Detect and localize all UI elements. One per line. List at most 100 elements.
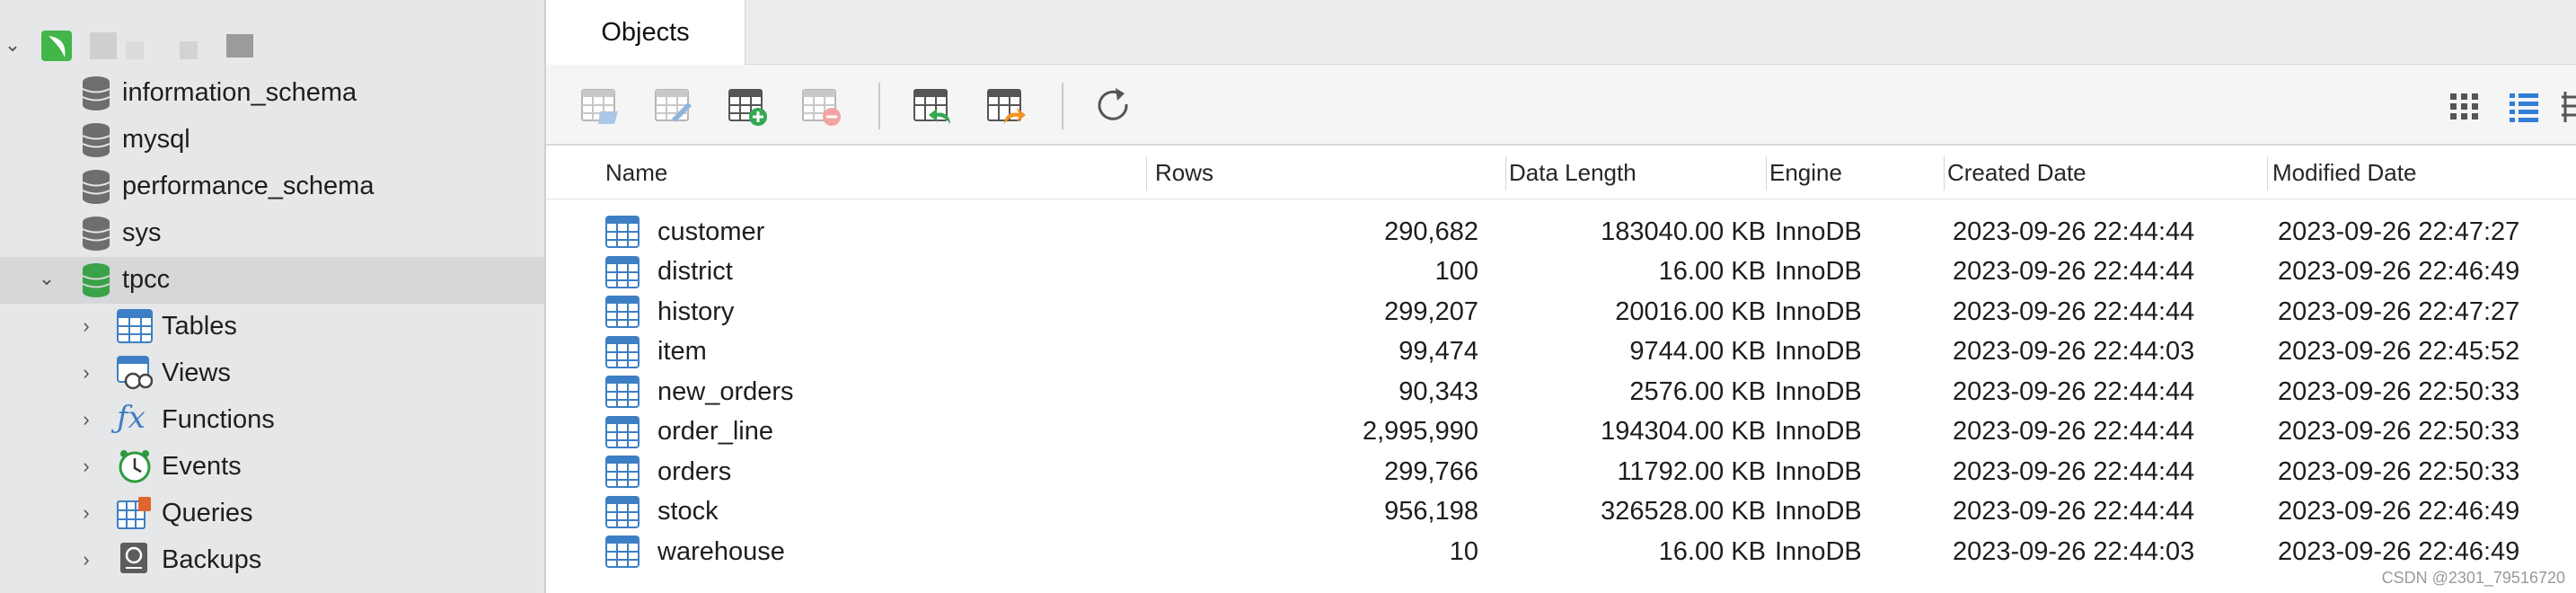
design-table-icon[interactable] bbox=[652, 84, 695, 128]
connection-row[interactable]: ⌄ bbox=[0, 22, 544, 68]
table-row[interactable]: district 100 16.00 KB InnoDB 2023-09-26 … bbox=[546, 252, 2576, 292]
cell-modified-date: 2023-09-26 22:46:49 bbox=[2278, 536, 2520, 566]
cell-rows: 90,343 bbox=[1398, 376, 1478, 406]
sidebar-item-views[interactable]: › Views bbox=[0, 350, 544, 397]
cell-data-length: 194304.00 KB bbox=[1601, 417, 1766, 446]
cell-created-date: 2023-09-26 22:44:44 bbox=[1953, 497, 2195, 526]
watermark: CSDN @2301_79516720 bbox=[2381, 569, 2565, 587]
export-icon[interactable] bbox=[984, 84, 1028, 128]
sidebar-item-functions[interactable]: › ƒx Functions bbox=[0, 397, 544, 444]
table-row[interactable]: customer 290,682 183040.00 KB InnoDB 202… bbox=[546, 212, 2576, 252]
cell-created-date: 2023-09-26 22:44:03 bbox=[1953, 536, 2195, 566]
cell-created-date: 2023-09-26 22:44:44 bbox=[1953, 217, 2195, 246]
import-icon[interactable] bbox=[911, 84, 954, 128]
chevron-right-icon[interactable]: › bbox=[77, 314, 95, 337]
connection-icon bbox=[40, 27, 75, 63]
chevron-down-icon[interactable]: ⌄ bbox=[4, 33, 22, 56]
cell-name: customer bbox=[657, 217, 765, 246]
table-row[interactable]: warehouse 10 16.00 KB InnoDB 2023-09-26 … bbox=[546, 532, 2576, 571]
cell-data-length: 16.00 KB bbox=[1658, 257, 1766, 286]
cell-created-date: 2023-09-26 22:44:44 bbox=[1953, 376, 2195, 406]
column-divider[interactable] bbox=[2267, 156, 2268, 190]
table-row[interactable]: item 99,474 9744.00 KB InnoDB 2023-09-26… bbox=[546, 332, 2576, 372]
main-panel: Objects Name Rows Data Length Engine Cre… bbox=[546, 0, 2576, 593]
sidebar-db-sys[interactable]: sys bbox=[0, 210, 544, 257]
grid-view-icon[interactable] bbox=[2443, 84, 2486, 128]
database-icon bbox=[81, 122, 111, 158]
sidebar-db-information-schema[interactable]: information_schema bbox=[0, 70, 544, 117]
chevron-right-icon[interactable]: › bbox=[77, 501, 95, 524]
chevron-down-icon[interactable]: ⌄ bbox=[38, 267, 56, 289]
sidebar-item-events[interactable]: › Events bbox=[0, 444, 544, 491]
cell-created-date: 2023-09-26 22:44:03 bbox=[1953, 337, 2195, 366]
database-icon bbox=[81, 169, 111, 205]
cell-modified-date: 2023-09-26 22:47:27 bbox=[2278, 296, 2520, 326]
chevron-right-icon[interactable]: › bbox=[77, 455, 95, 477]
sidebar-item-label: Views bbox=[162, 358, 231, 387]
function-icon: ƒx bbox=[117, 400, 146, 436]
delete-table-icon[interactable] bbox=[799, 84, 842, 128]
cell-engine: InnoDB bbox=[1775, 337, 1862, 366]
column-divider[interactable] bbox=[1944, 156, 1945, 190]
column-divider[interactable] bbox=[1505, 156, 1506, 190]
chevron-right-icon[interactable]: › bbox=[77, 361, 95, 384]
cell-engine: InnoDB bbox=[1775, 536, 1862, 566]
sidebar-db-mysql[interactable]: mysql bbox=[0, 117, 544, 164]
sidebar-item-label: Functions bbox=[162, 405, 275, 434]
table-icon bbox=[117, 309, 153, 343]
tab-objects[interactable]: Objects bbox=[546, 0, 745, 66]
new-table-icon[interactable] bbox=[726, 84, 769, 128]
sidebar-db-label: tpcc bbox=[122, 265, 171, 294]
sidebar-db-label: mysql bbox=[122, 125, 190, 154]
column-header-name[interactable]: Name bbox=[605, 146, 667, 199]
sidebar-db-performance-schema[interactable]: performance_schema bbox=[0, 164, 544, 210]
chevron-right-icon[interactable]: › bbox=[77, 408, 95, 430]
cell-engine: InnoDB bbox=[1775, 417, 1862, 446]
column-header-created-date[interactable]: Created Date bbox=[1947, 146, 2086, 199]
column-header-rows[interactable]: Rows bbox=[1155, 146, 1213, 199]
cell-engine: InnoDB bbox=[1775, 497, 1862, 526]
cell-rows: 299,766 bbox=[1384, 456, 1478, 486]
database-icon bbox=[81, 262, 111, 298]
table-icon bbox=[605, 535, 640, 568]
cell-data-length: 326528.00 KB bbox=[1601, 497, 1766, 526]
table-row[interactable]: stock 956,198 326528.00 KB InnoDB 2023-0… bbox=[546, 492, 2576, 532]
cell-data-length: 11792.00 KB bbox=[1617, 456, 1766, 486]
cell-created-date: 2023-09-26 22:44:44 bbox=[1953, 417, 2195, 446]
table-icon bbox=[605, 255, 640, 288]
refresh-icon[interactable] bbox=[1092, 84, 1135, 128]
table-row[interactable]: order_line 2,995,990 194304.00 KB InnoDB… bbox=[546, 412, 2576, 452]
sidebar-item-tables[interactable]: › Tables bbox=[0, 304, 544, 350]
column-header-data-length[interactable]: Data Length bbox=[1509, 146, 1636, 199]
sidebar-item-label: Backups bbox=[162, 545, 262, 574]
table-row[interactable]: orders 299,766 11792.00 KB InnoDB 2023-0… bbox=[546, 452, 2576, 491]
list-view-icon[interactable] bbox=[2502, 84, 2545, 128]
cell-rows: 10 bbox=[1449, 536, 1478, 566]
cell-engine: InnoDB bbox=[1775, 257, 1862, 286]
cell-created-date: 2023-09-26 22:44:44 bbox=[1953, 456, 2195, 486]
sidebar-item-backups[interactable]: › Backups bbox=[0, 537, 544, 584]
column-header-engine[interactable]: Engine bbox=[1769, 146, 1842, 199]
cell-rows: 2,995,990 bbox=[1362, 417, 1478, 446]
cell-modified-date: 2023-09-26 22:50:33 bbox=[2278, 456, 2520, 486]
cell-name: item bbox=[657, 337, 707, 366]
sidebar-item-queries[interactable]: › Queries bbox=[0, 491, 544, 537]
open-table-icon[interactable] bbox=[578, 84, 622, 128]
sidebar-db-tpcc[interactable]: ⌄ tpcc bbox=[0, 257, 544, 304]
cell-modified-date: 2023-09-26 22:50:33 bbox=[2278, 376, 2520, 406]
sidebar-item-label: Tables bbox=[162, 312, 237, 341]
cell-data-length: 9744.00 KB bbox=[1629, 337, 1766, 366]
database-icon bbox=[81, 216, 111, 252]
table-icon bbox=[605, 376, 640, 408]
cell-modified-date: 2023-09-26 22:47:27 bbox=[2278, 217, 2520, 246]
column-header-modified-date[interactable]: Modified Date bbox=[2272, 146, 2416, 199]
table-icon bbox=[605, 216, 640, 248]
table-row[interactable]: new_orders 90,343 2576.00 KB InnoDB 2023… bbox=[546, 372, 2576, 412]
cell-data-length: 16.00 KB bbox=[1658, 536, 1766, 566]
column-divider[interactable] bbox=[1766, 156, 1767, 190]
cell-engine: InnoDB bbox=[1775, 376, 1862, 406]
chevron-right-icon[interactable]: › bbox=[77, 548, 95, 571]
table-row[interactable]: history 299,207 20016.00 KB InnoDB 2023-… bbox=[546, 292, 2576, 332]
detail-view-icon[interactable] bbox=[2558, 84, 2576, 128]
column-divider[interactable] bbox=[1146, 156, 1147, 190]
